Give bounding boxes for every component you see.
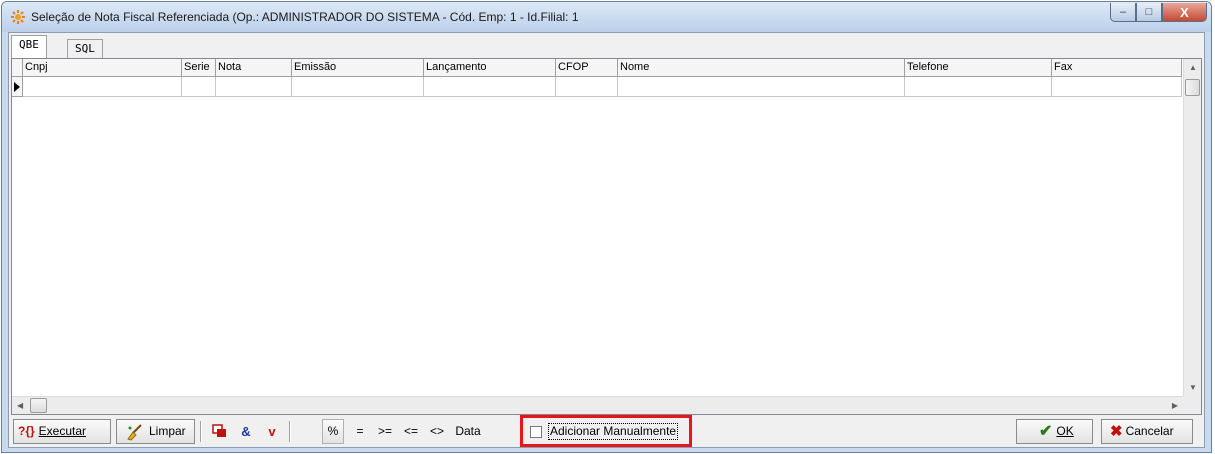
ampersand-icon: & — [241, 424, 251, 439]
cancelar-button[interactable]: ✖ Cancelar — [1101, 419, 1193, 444]
dialog-client: QBE SQL Cnpj Serie Nota Emissão Lançamen… — [8, 32, 1205, 448]
cancelar-label: Cancelar — [1125, 424, 1174, 438]
column-header-cnpj[interactable]: Cnpj — [23, 59, 182, 77]
tab-sql[interactable]: SQL — [67, 39, 103, 58]
cell-telefone[interactable] — [905, 77, 1052, 97]
scroll-down-icon[interactable]: ▼ — [1189, 383, 1197, 392]
grid-header: Cnpj Serie Nota Emissão Lançamento CFOP … — [12, 59, 1182, 77]
table-row[interactable] — [12, 77, 1182, 97]
vertical-scrollbar[interactable]: ▲ ▼ — [1183, 59, 1201, 396]
column-header-nota[interactable]: Nota — [216, 59, 292, 77]
app-icon — [11, 10, 25, 24]
adicionar-manualmente-highlight: Adicionar Manualmente — [520, 415, 692, 447]
cell-fax[interactable] — [1052, 77, 1182, 97]
and-button[interactable]: & — [235, 419, 257, 444]
title-bar[interactable]: Seleção de Nota Fiscal Referenciada (Op.… — [2, 2, 1211, 32]
cancel-x-icon: ✖ — [1110, 423, 1123, 440]
ok-button[interactable]: ✔ OK — [1016, 419, 1093, 444]
vertical-scroll-thumb[interactable] — [1185, 79, 1200, 96]
toolbar-separator — [200, 421, 202, 442]
column-header-telefone[interactable]: Telefone — [905, 59, 1052, 77]
scroll-left-icon[interactable]: ◀ — [17, 401, 23, 410]
maximize-button[interactable]: □ — [1136, 3, 1162, 22]
column-header-cfop[interactable]: CFOP — [556, 59, 618, 77]
toolbar-separator — [289, 421, 291, 442]
or-button[interactable]: v — [261, 419, 283, 444]
or-icon: v — [268, 424, 276, 439]
executar-label: Executar — [38, 424, 87, 438]
equal-operator-button[interactable]: = — [349, 419, 371, 444]
column-header-fax[interactable]: Fax — [1052, 59, 1182, 77]
header-corner — [12, 59, 23, 77]
close-button[interactable]: X — [1162, 3, 1207, 22]
dialog-window: Seleção de Nota Fiscal Referenciada (Op.… — [1, 1, 1212, 453]
cell-cfop[interactable] — [556, 77, 618, 97]
horizontal-scrollbar[interactable]: ◀ ▶ — [12, 396, 1184, 414]
cell-emissao[interactable] — [292, 77, 424, 97]
gte-operator-button[interactable]: >= — [373, 419, 397, 444]
broom-icon — [127, 423, 142, 441]
horizontal-scroll-thumb[interactable] — [30, 398, 47, 413]
lte-operator-button[interactable]: <= — [399, 419, 423, 444]
column-header-nome[interactable]: Nome — [618, 59, 905, 77]
limpar-button[interactable]: Limpar — [116, 419, 195, 444]
cell-nota[interactable] — [216, 77, 292, 97]
scroll-up-icon[interactable]: ▲ — [1189, 63, 1197, 72]
executar-button[interactable]: ?{} Executar — [13, 419, 111, 444]
copy-red-icon — [212, 424, 226, 437]
query-icon: ?{} — [18, 424, 35, 438]
checkmark-icon: ✔ — [1039, 423, 1053, 440]
adicionar-manualmente-checkbox[interactable] — [530, 426, 542, 438]
cell-lancamento[interactable] — [424, 77, 556, 97]
tab-qbe[interactable]: QBE — [11, 35, 47, 58]
ne-operator-button[interactable]: <> — [425, 419, 449, 444]
window-controls: – □ X — [1110, 3, 1207, 23]
like-operator-button[interactable]: % — [322, 419, 344, 444]
cell-cnpj[interactable] — [23, 77, 182, 97]
data-button[interactable]: Data — [451, 419, 485, 444]
percent-label: % — [327, 424, 339, 438]
results-grid[interactable]: Cnpj Serie Nota Emissão Lançamento CFOP … — [11, 58, 1202, 415]
cell-serie[interactable] — [182, 77, 216, 97]
column-header-lancamento[interactable]: Lançamento — [424, 59, 556, 77]
cell-nome[interactable] — [618, 77, 905, 97]
column-header-emissao[interactable]: Emissão — [292, 59, 424, 77]
ok-label: OK — [1056, 424, 1074, 438]
minimize-button[interactable]: – — [1110, 3, 1136, 22]
bottom-toolbar: ?{} Executar Limpar & v % = >= <= <> Dat… — [11, 415, 1202, 447]
window-title: Seleção de Nota Fiscal Referenciada (Op.… — [31, 10, 579, 24]
adicionar-manualmente-label[interactable]: Adicionar Manualmente — [548, 423, 679, 440]
copy-filter-button[interactable] — [208, 419, 232, 444]
limpar-label: Limpar — [149, 424, 186, 438]
scroll-right-icon[interactable]: ▶ — [1172, 401, 1178, 410]
scroll-corner — [1183, 396, 1201, 414]
column-header-serie[interactable]: Serie — [182, 59, 216, 77]
